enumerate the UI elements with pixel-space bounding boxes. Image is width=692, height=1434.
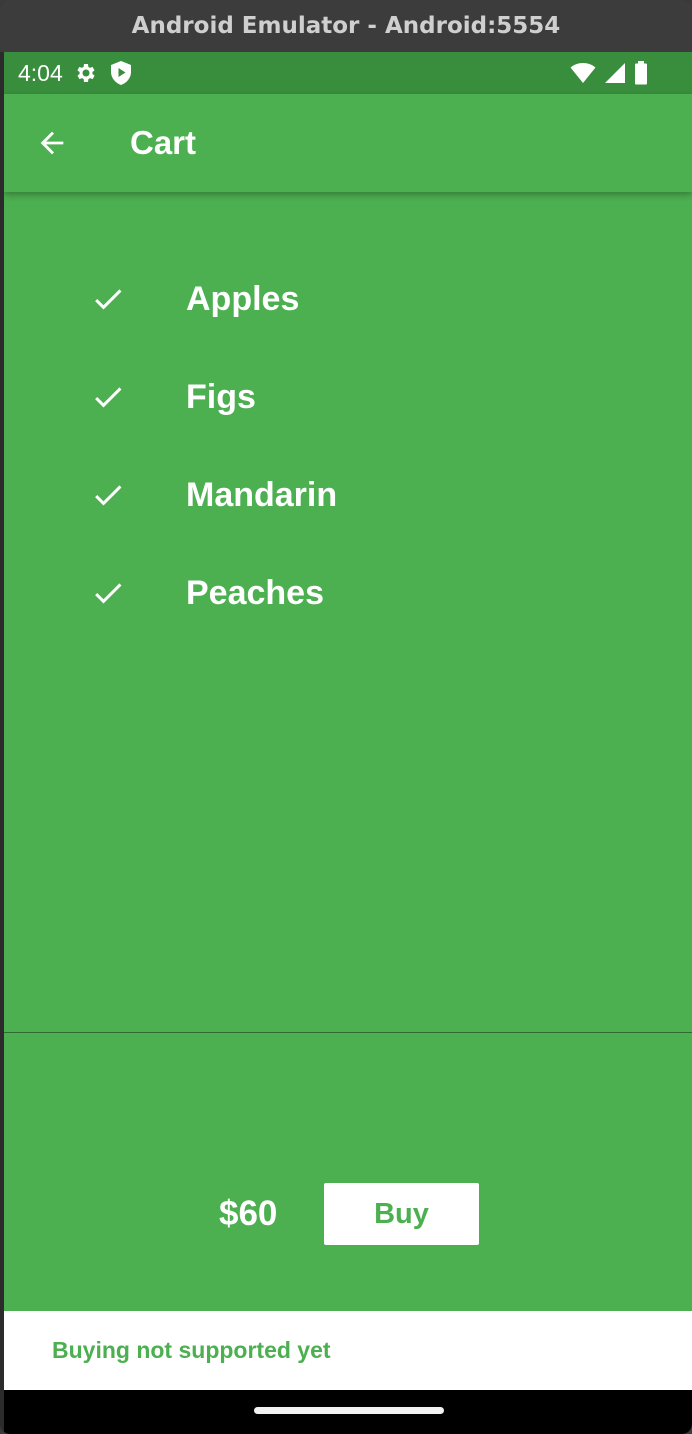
arrow-back-icon bbox=[40, 131, 64, 155]
check-icon bbox=[95, 289, 122, 310]
device-screen: 4:04 Cart Apples Figs Mandarin Peaches $… bbox=[4, 52, 692, 1434]
settings-gear-icon bbox=[77, 64, 95, 82]
status-bar: 4:04 bbox=[4, 52, 692, 94]
check-icon bbox=[95, 583, 122, 604]
status-icons-right bbox=[570, 61, 648, 85]
cart-item-apples[interactable]: Apples bbox=[4, 250, 692, 348]
total-price: $60 bbox=[219, 1194, 278, 1233]
back-button[interactable] bbox=[28, 119, 76, 167]
cart-item-label: Apples bbox=[186, 279, 300, 318]
system-nav-bar bbox=[4, 1390, 692, 1434]
play-protect-icon bbox=[110, 61, 131, 85]
cart-list: Apples Figs Mandarin Peaches bbox=[4, 192, 692, 1032]
battery-icon bbox=[635, 61, 647, 85]
check-icon bbox=[95, 485, 122, 506]
cart-item-label: Mandarin bbox=[186, 475, 338, 514]
cart-item-label: Peaches bbox=[186, 573, 324, 612]
home-gesture-handle[interactable] bbox=[254, 1407, 444, 1414]
cart-item-mandarin[interactable]: Mandarin bbox=[4, 446, 692, 544]
cellular-signal-icon bbox=[605, 63, 625, 83]
cart-total-row: $60 Buy bbox=[4, 1182, 692, 1246]
cart-item-figs[interactable]: Figs bbox=[4, 348, 692, 446]
status-time: 4:04 bbox=[18, 59, 63, 86]
emulator-window: Android Emulator - Android:5554 4:04 Car… bbox=[0, 0, 692, 1434]
wifi-icon bbox=[570, 63, 596, 83]
status-icons-left bbox=[73, 60, 133, 86]
snackbar: Buying not supported yet bbox=[4, 1311, 692, 1390]
cart-item-label: Figs bbox=[186, 377, 256, 416]
section-divider bbox=[4, 1032, 692, 1033]
check-icon bbox=[95, 387, 122, 408]
page-title: Cart bbox=[130, 124, 197, 161]
snackbar-message: Buying not supported yet bbox=[52, 1337, 331, 1363]
cart-item-peaches[interactable]: Peaches bbox=[4, 544, 692, 642]
app-bar: Cart bbox=[4, 94, 692, 192]
buy-button[interactable]: Buy bbox=[324, 1183, 479, 1245]
window-title: Android Emulator - Android:5554 bbox=[0, 0, 692, 52]
